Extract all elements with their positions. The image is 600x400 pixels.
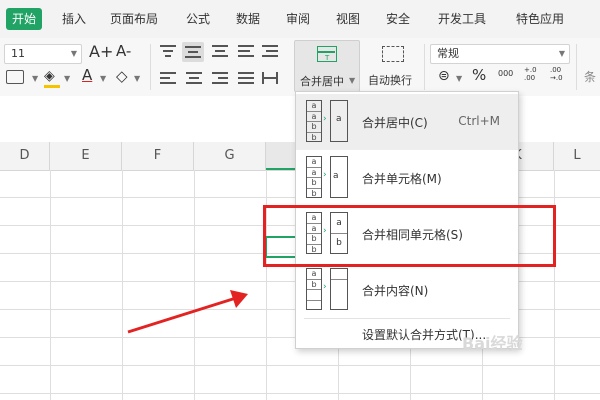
- grid-line: [50, 170, 51, 400]
- ribbon-divider: [576, 44, 577, 90]
- menu-item-merge-cells[interactable]: aabb › a 合并单元格(M): [296, 150, 518, 206]
- font-color-icon[interactable]: A: [82, 66, 92, 84]
- column-header-e[interactable]: E: [50, 142, 122, 170]
- merge-center-label: 合并居中: [300, 75, 344, 88]
- align-middle-icon[interactable]: [182, 42, 204, 62]
- tab-security[interactable]: 安全: [386, 8, 410, 30]
- increase-decimal-icon[interactable]: +.0 .00: [524, 66, 542, 82]
- orientation-icon[interactable]: [238, 44, 254, 58]
- eraser-icon[interactable]: ◇: [116, 67, 128, 85]
- tab-view[interactable]: 视图: [336, 8, 360, 30]
- wrap-text-icon: [382, 46, 404, 62]
- menu-item-shortcut: Ctrl+M: [458, 114, 500, 128]
- chevron-down-icon: ▼: [558, 49, 565, 58]
- tab-formulas[interactable]: 公式: [186, 8, 210, 30]
- number-format-value: 常规: [437, 47, 459, 60]
- ribbon-tab-bar: 开始 插入 页面布局 公式 数据 审阅 视图 安全 开发工具 特色应用: [0, 0, 600, 38]
- chevron-down-icon[interactable]: ▼: [32, 74, 38, 83]
- chevron-down-icon: ▼: [70, 49, 77, 58]
- chevron-down-icon: ▼: [349, 76, 356, 85]
- thousands-icon[interactable]: 000: [498, 69, 513, 78]
- chevron-down-icon[interactable]: ▼: [456, 74, 462, 83]
- tab-developer[interactable]: 开发工具: [438, 8, 486, 30]
- justify-icon[interactable]: [238, 71, 254, 85]
- wrap-text-button[interactable]: 自动换行: [366, 40, 420, 92]
- highlight-box: [263, 205, 556, 267]
- align-bottom-icon[interactable]: [212, 44, 228, 58]
- tab-home[interactable]: 开始: [6, 8, 43, 30]
- menu-item-label: 合并内容(N): [362, 284, 429, 298]
- ribbon-divider: [424, 44, 425, 90]
- percent-icon[interactable]: %: [472, 66, 486, 84]
- pointer-arrow: [127, 290, 248, 334]
- fill-color-swatch: [44, 85, 60, 88]
- decrease-decimal-icon[interactable]: .00 →.0: [550, 66, 568, 82]
- ribbon-divider: [150, 44, 151, 90]
- number-format-select[interactable]: 常规 ▼: [430, 44, 570, 64]
- border-icon[interactable]: [6, 70, 24, 84]
- menu-divider: [304, 318, 510, 319]
- align-center-icon[interactable]: [186, 71, 202, 85]
- distributed-align-icon[interactable]: [262, 71, 278, 85]
- conditional-format-label[interactable]: 条: [584, 68, 596, 85]
- column-header-d[interactable]: D: [0, 142, 50, 170]
- merge-center-button[interactable]: T 合并居中 ▼: [294, 40, 360, 92]
- merge-center-icon: aabb › a: [306, 100, 350, 144]
- column-header-f[interactable]: F: [122, 142, 194, 170]
- tab-special[interactable]: 特色应用: [516, 8, 564, 30]
- grow-font-icon[interactable]: A+: [89, 42, 113, 61]
- font-size-value: 11: [11, 47, 25, 60]
- ribbon-toolbar: 11 ▼ A+ A- ◈ A ◇ ▼ ▼ ▼ ▼ T 合并居中 ▼ 自动换行 常…: [0, 38, 600, 96]
- font-size-select[interactable]: 11 ▼: [4, 44, 82, 64]
- column-header-g[interactable]: G: [194, 142, 266, 170]
- merge-content-icon: ab ›: [306, 268, 350, 312]
- align-top-icon[interactable]: [160, 44, 176, 58]
- chevron-down-icon[interactable]: ▼: [134, 74, 140, 83]
- indent-icon[interactable]: [262, 44, 278, 58]
- column-header-l[interactable]: L: [554, 142, 600, 170]
- shrink-font-icon[interactable]: A-: [116, 42, 131, 60]
- align-left-icon[interactable]: [160, 71, 176, 85]
- merge-cells-icon: aabb › a: [306, 156, 350, 200]
- chevron-down-icon[interactable]: ▼: [100, 74, 106, 83]
- tab-review[interactable]: 审阅: [286, 8, 310, 30]
- align-right-icon[interactable]: [212, 71, 228, 85]
- tab-insert[interactable]: 插入: [62, 8, 86, 30]
- chevron-down-icon[interactable]: ▼: [64, 74, 70, 83]
- watermark: Bai经验: [462, 334, 523, 353]
- menu-item-label: 合并居中(C): [362, 116, 428, 130]
- menu-item-label: 合并单元格(M): [362, 172, 442, 186]
- fill-color-icon[interactable]: ◈: [44, 68, 55, 84]
- wrap-text-label: 自动换行: [368, 74, 412, 87]
- menu-item-merge-content[interactable]: ab › 合并内容(N): [296, 262, 518, 318]
- tab-page-layout[interactable]: 页面布局: [110, 8, 158, 30]
- menu-item-merge-center[interactable]: aabb › a 合并居中(C) Ctrl+M: [296, 94, 518, 150]
- currency-icon[interactable]: ⊜: [438, 68, 450, 84]
- merge-cells-icon: T: [317, 46, 337, 62]
- tab-data[interactable]: 数据: [236, 8, 260, 30]
